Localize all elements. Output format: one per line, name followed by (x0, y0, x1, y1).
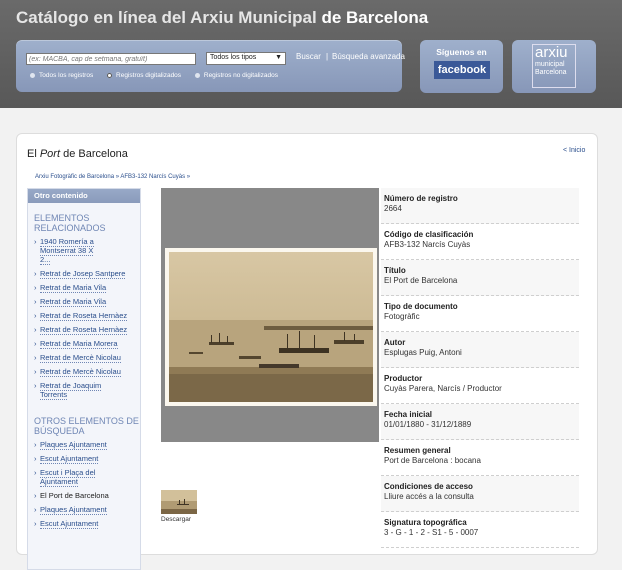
meta-value: 01/01/1880 - 31/12/1889 (384, 420, 472, 429)
type-select[interactable]: Todos los tipos ▼ (206, 52, 286, 65)
meta-access-conditions: Condiciones de acceso Lliure accés a la … (381, 476, 579, 512)
radio-non-digitized-records[interactable]: Registros no digitalizados (194, 72, 278, 79)
breadcrumb[interactable]: Arxiu Fotogràfic de Barcelona » AFB3-132… (35, 174, 190, 180)
sidebar-header: Otro contenido (28, 189, 140, 203)
photo-thumbnail-image (161, 490, 197, 514)
other-items-list: Plaques Ajuntament Escut Ajuntament Escu… (28, 440, 140, 529)
radio-dot-icon (30, 73, 35, 78)
radio-label: Todos los registros (39, 72, 94, 79)
record-metadata: Número de registro 2664 Código de clasif… (381, 188, 579, 548)
site-header: Catálogo en línea del Arxiu Municipal de… (0, 0, 622, 108)
page-title-emphasis: Port (39, 148, 61, 160)
meta-summary: Resumen general Port de Barcelona : boca… (381, 440, 579, 476)
related-sidebar: Otro contenido ELEMENTOS RELACIONADOS 19… (27, 188, 141, 570)
link-separator: | (326, 52, 329, 61)
other-item-current: El Port de Barcelona (34, 491, 140, 500)
facebook-logo-icon[interactable]: facebook (434, 61, 490, 79)
page-title-prefix: El (27, 148, 37, 160)
main-content: El Port de Barcelona < Inicio Arxiu Foto… (16, 133, 598, 570)
arxiu-logo-icon[interactable]: arxiu municipal Barcelona (532, 44, 576, 88)
related-items-title: ELEMENTOS RELACIONADOS (34, 213, 106, 233)
meta-value: 2664 (384, 204, 402, 213)
search-panel: Todos los tipos ▼ Buscar | Búsqueda avan… (16, 40, 405, 92)
meta-title: Título El Port de Barcelona (381, 260, 579, 296)
download-link[interactable]: Descargar (161, 516, 191, 523)
related-item[interactable]: Retrat de Maria Vila (34, 283, 140, 293)
advanced-search-link[interactable]: Búsqueda avanzada (332, 52, 405, 61)
page-title: El Port de Barcelona (27, 148, 128, 160)
site-title-part2: de Barcelona (321, 8, 429, 27)
harbor-photo-image (169, 252, 373, 402)
related-item[interactable]: Retrat de Maria Vila (34, 297, 140, 307)
meta-label: Signatura topográfica (384, 518, 467, 527)
other-item[interactable]: Escut Ajuntament (34, 454, 140, 464)
meta-classification-code: Código de clasificación AFB3-132 Narcís … (381, 224, 579, 260)
harbor-photo[interactable] (165, 248, 377, 406)
meta-value: 3 - G - 1 - 2 - S1 - 5 - 0007 (384, 528, 479, 537)
meta-document-type: Tipo de documento Fotogràfic (381, 296, 579, 332)
meta-value: Fotogràfic (384, 312, 420, 321)
meta-record-number: Número de registro 2664 (381, 188, 579, 224)
search-scope-radios: Todos los registros Registros digitaliza… (30, 72, 290, 80)
radio-dot-icon (107, 73, 113, 78)
related-items-list: 1940 Romería a Montserrat 38 X 2... Retr… (28, 237, 140, 400)
search-input[interactable] (26, 53, 196, 65)
facebook-box[interactable]: Síguenos en facebook (420, 40, 503, 93)
meta-label: Código de clasificación (384, 230, 474, 239)
arxiu-logo-line1: arxiu (535, 44, 568, 61)
dropdown-arrow-icon: ▼ (275, 54, 282, 61)
meta-author: Autor Esplugas Puig, Antoni (381, 332, 579, 368)
site-title-part1: Catálogo en línea del Arxiu Municipal (16, 8, 317, 27)
photo-thumbnail[interactable] (161, 490, 197, 514)
related-item[interactable]: 1940 Romería a Montserrat 38 X 2... (34, 237, 100, 265)
meta-value: Cuyàs Parera, Narcís / Productor (384, 384, 502, 393)
related-item[interactable]: Retrat de Maria Morera (34, 339, 140, 349)
back-to-home-link[interactable]: < Inicio (563, 147, 585, 154)
meta-label: Productor (384, 374, 423, 383)
other-items-title: OTROS ELEMENTOS DE BÚSQUEDA (34, 416, 139, 436)
meta-topographic-signature: Signatura topográfica 3 - G - 1 - 2 - S1… (381, 512, 579, 548)
photo-viewer (161, 188, 379, 442)
facebook-label: Síguenos en (436, 47, 487, 57)
meta-value: Esplugas Puig, Antoni (384, 348, 462, 357)
arxiu-logo-line2: municipal (535, 61, 565, 68)
meta-label: Autor (384, 338, 406, 347)
meta-start-date: Fecha inicial 01/01/1880 - 31/12/1889 (381, 404, 579, 440)
meta-label: Resumen general (384, 446, 451, 455)
meta-value: Port de Barcelona : bocana (384, 456, 481, 465)
radio-label: Registros no digitalizados (203, 72, 278, 79)
meta-value: El Port de Barcelona (384, 276, 458, 285)
meta-value: AFB3-132 Narcís Cuyàs (384, 240, 471, 249)
other-item[interactable]: Plaques Ajuntament (34, 505, 140, 515)
page-title-suffix: de Barcelona (63, 148, 128, 160)
related-item[interactable]: Retrat de Mercè Nicolau (34, 353, 140, 363)
arxiu-logo-line3: Barcelona (535, 69, 567, 76)
other-item[interactable]: Plaques Ajuntament (34, 440, 140, 450)
search-button[interactable]: Buscar (296, 52, 321, 61)
radio-digitized-records[interactable]: Registros digitalizados (107, 72, 181, 79)
site-title[interactable]: Catálogo en línea del Arxiu Municipal de… (16, 8, 428, 28)
related-item[interactable]: Retrat de Josep Santpere (34, 269, 140, 279)
meta-label: Número de registro (384, 194, 458, 203)
type-select-value: Todos los tipos (210, 54, 257, 61)
meta-label: Título (384, 266, 406, 275)
meta-label: Tipo de documento (384, 302, 458, 311)
meta-producer: Productor Cuyàs Parera, Narcís / Product… (381, 368, 579, 404)
meta-value: Lliure accés a la consulta (384, 492, 474, 501)
meta-label: Fecha inicial (384, 410, 433, 419)
related-item[interactable]: Retrat de Roseta Hernàez (34, 325, 140, 335)
radio-all-records[interactable]: Todos los registros (30, 72, 93, 79)
other-item[interactable]: Escut Ajuntament (34, 519, 140, 529)
radio-label: Registros digitalizados (116, 72, 182, 79)
related-item[interactable]: Retrat de Joaquim Torrents (34, 381, 120, 400)
arxiu-box[interactable]: arxiu municipal Barcelona (512, 40, 596, 93)
related-item[interactable]: Retrat de Mercè Nicolau (34, 367, 140, 377)
related-item[interactable]: Retrat de Roseta Hernàez (34, 311, 140, 321)
radio-dot-icon (194, 73, 200, 78)
other-item[interactable]: Escut i Plaça del Ajuntament (34, 468, 120, 487)
meta-label: Condiciones de acceso (384, 482, 473, 491)
